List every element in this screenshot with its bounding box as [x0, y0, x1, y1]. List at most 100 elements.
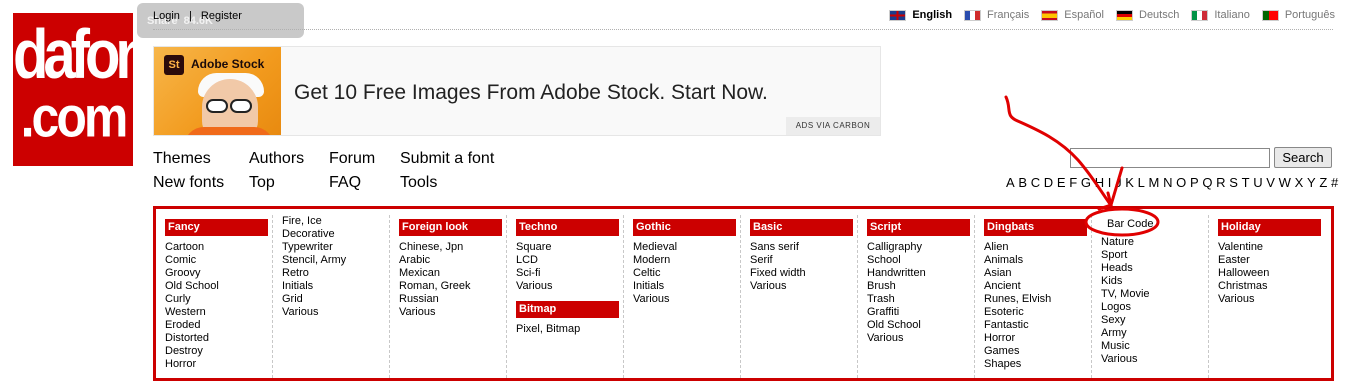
subcategory-link[interactable]: Trash — [867, 293, 974, 306]
subcategory-link[interactable]: Logos — [1101, 301, 1208, 314]
lang-french[interactable]: Français — [964, 9, 1029, 21]
alphabet-letter[interactable]: U — [1253, 175, 1262, 190]
alphabet-letter[interactable]: N — [1163, 175, 1172, 190]
category-header[interactable]: Bitmap — [516, 301, 619, 318]
subcategory-link[interactable]: Kids — [1101, 275, 1208, 288]
subcategory-link[interactable]: Sport — [1101, 249, 1208, 262]
nav-forum[interactable]: Forum — [329, 150, 375, 168]
nav-authors[interactable]: Authors — [249, 150, 304, 168]
subcategory-link[interactable]: LCD — [516, 254, 623, 267]
subcategory-link[interactable]: Serif — [750, 254, 857, 267]
alphabet-letter[interactable]: M — [1149, 175, 1160, 190]
category-header[interactable]: Holiday — [1218, 219, 1321, 236]
subcategory-link[interactable]: Halloween — [1218, 267, 1326, 280]
subcategory-link[interactable]: Horror — [984, 332, 1091, 345]
subcategory-link[interactable]: Fantastic — [984, 319, 1091, 332]
alphabet-letter[interactable]: T — [1242, 175, 1250, 190]
nav-faq[interactable]: FAQ — [329, 174, 361, 192]
subcategory-link[interactable]: Square — [516, 241, 623, 254]
subcategory-link[interactable]: Calligraphy — [867, 241, 974, 254]
search-input[interactable] — [1070, 148, 1270, 168]
subcategory-link[interactable]: Retro — [282, 267, 389, 280]
subcategory-link[interactable]: Various — [282, 306, 389, 319]
category-header[interactable]: Gothic — [633, 219, 736, 236]
subcategory-link[interactable]: Brush — [867, 280, 974, 293]
subcategory-link[interactable]: Destroy — [165, 345, 272, 358]
subcategory-link[interactable]: Arabic — [399, 254, 506, 267]
alphabet-letter[interactable]: E — [1057, 175, 1066, 190]
subcategory-link[interactable]: Fire, Ice — [282, 215, 389, 228]
subcategory-link[interactable]: Nature — [1101, 236, 1208, 249]
category-header[interactable]: Techno — [516, 219, 619, 236]
register-link[interactable]: Register — [201, 10, 242, 22]
subcategory-link[interactable]: Decorative — [282, 228, 389, 241]
subcategory-link[interactable]: Eroded — [165, 319, 272, 332]
subcategory-link[interactable]: Typewriter — [282, 241, 389, 254]
alphabet-letter[interactable]: # — [1331, 175, 1338, 190]
category-header[interactable]: Fancy — [165, 219, 268, 236]
nav-tools[interactable]: Tools — [400, 174, 437, 192]
subcategory-link[interactable]: Western — [165, 306, 272, 319]
subcategory-link[interactable]: Various — [1218, 293, 1326, 306]
dafont-logo[interactable]: dafont .com — [13, 13, 165, 166]
alphabet-letter[interactable]: P — [1190, 175, 1199, 190]
subcategory-link[interactable]: Various — [633, 293, 740, 306]
alphabet-letter[interactable]: W — [1279, 175, 1291, 190]
alphabet-letter[interactable]: A — [1006, 175, 1015, 190]
subcategory-link[interactable]: Handwritten — [867, 267, 974, 280]
alphabet-letter[interactable]: H — [1095, 175, 1104, 190]
subcategory-link[interactable]: Cartoon — [165, 241, 272, 254]
lang-german[interactable]: Deutsch — [1116, 9, 1179, 21]
alphabet-letter[interactable]: C — [1031, 175, 1040, 190]
subcategory-link[interactable]: Valentine — [1218, 241, 1326, 254]
nav-themes[interactable]: Themes — [153, 150, 211, 168]
subcategory-link[interactable]: Shapes — [984, 358, 1091, 371]
alphabet-letter[interactable]: O — [1176, 175, 1186, 190]
subcategory-link[interactable]: Old School — [867, 319, 974, 332]
subcategory-link[interactable]: Initials — [282, 280, 389, 293]
subcategory-link[interactable]: Various — [750, 280, 857, 293]
subcategory-link[interactable]: Mexican — [399, 267, 506, 280]
subcategory-link[interactable]: Celtic — [633, 267, 740, 280]
subcategory-link[interactable]: Bar Code — [1101, 218, 1208, 231]
category-header[interactable]: Basic — [750, 219, 853, 236]
category-header[interactable]: Foreign look — [399, 219, 502, 236]
subcategory-link[interactable]: Distorted — [165, 332, 272, 345]
subcategory-link[interactable]: Christmas — [1218, 280, 1326, 293]
lang-english[interactable]: English — [889, 9, 952, 21]
subcategory-link[interactable]: Comic — [165, 254, 272, 267]
lang-italian[interactable]: Italiano — [1191, 9, 1250, 21]
ad-banner[interactable]: St Adobe Stock Get 10 Free Images From A… — [153, 46, 881, 136]
subcategory-link[interactable]: Modern — [633, 254, 740, 267]
subcategory-link[interactable]: Fixed width — [750, 267, 857, 280]
subcategory-link[interactable]: Horror — [165, 358, 272, 371]
subcategory-link[interactable]: Stencil, Army — [282, 254, 389, 267]
subcategory-link[interactable]: Games — [984, 345, 1091, 358]
subcategory-link[interactable]: Easter — [1218, 254, 1326, 267]
lang-spanish[interactable]: Español — [1041, 9, 1104, 21]
alphabet-letter[interactable]: R — [1216, 175, 1225, 190]
subcategory-link[interactable]: Sci-fi — [516, 267, 623, 280]
alphabet-letter[interactable]: F — [1069, 175, 1077, 190]
subcategory-link[interactable]: Medieval — [633, 241, 740, 254]
subcategory-link[interactable]: Grid — [282, 293, 389, 306]
ad-headline[interactable]: Get 10 Free Images From Adobe Stock. Sta… — [294, 81, 768, 105]
subcategory-link[interactable]: Old School — [165, 280, 272, 293]
subcategory-link[interactable]: Various — [867, 332, 974, 345]
alphabet-letter[interactable]: K — [1125, 175, 1134, 190]
subcategory-link[interactable]: Runes, Elvish — [984, 293, 1091, 306]
subcategory-link[interactable]: School — [867, 254, 974, 267]
login-link[interactable]: Login — [153, 10, 180, 22]
lang-portuguese[interactable]: Português — [1261, 9, 1335, 21]
subcategory-link[interactable]: TV, Movie — [1101, 288, 1208, 301]
ads-via-carbon[interactable]: ADS VIA CARBON — [786, 117, 880, 135]
alphabet-letter[interactable]: Z — [1319, 175, 1327, 190]
nav-top[interactable]: Top — [249, 174, 275, 192]
category-header[interactable]: Dingbats — [984, 219, 1087, 236]
subcategory-link[interactable]: Asian — [984, 267, 1091, 280]
alphabet-letter[interactable]: G — [1081, 175, 1091, 190]
search-button[interactable]: Search — [1274, 147, 1332, 168]
nav-submit-font[interactable]: Submit a font — [400, 150, 494, 168]
alphabet-letter[interactable]: L — [1138, 175, 1145, 190]
alphabet-letter[interactable]: B — [1018, 175, 1027, 190]
